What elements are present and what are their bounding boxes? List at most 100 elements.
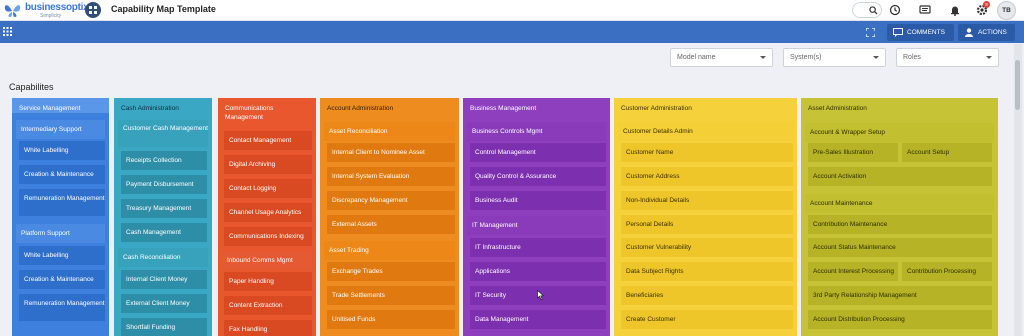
systems-value: System(s)	[790, 54, 822, 61]
capability-card[interactable]: Content Extraction	[224, 296, 312, 315]
capability-card[interactable]: Internal System Evaluation	[327, 167, 455, 186]
capability-card[interactable]: Data Management	[470, 310, 606, 329]
capability-column-communications-management[interactable]: Communications Management Contact Manage…	[218, 98, 316, 336]
actions-button[interactable]: ACTIONS	[958, 24, 1015, 41]
capability-card[interactable]: Contribution Maintenance	[808, 215, 992, 234]
capability-card[interactable]: Payment Disbursement	[121, 175, 207, 194]
column-title: Account Administration	[320, 98, 459, 113]
group-title[interactable]: Inbound Comms Mgmt	[222, 251, 312, 270]
capability-card[interactable]: Create Customer	[621, 310, 793, 329]
history-icon[interactable]	[888, 3, 902, 17]
capability-card[interactable]: Pre-Sales Illustration	[808, 143, 898, 162]
capability-card[interactable]: Account Distribution Processing	[808, 310, 992, 329]
capability-card[interactable]: Exchange Trades	[327, 262, 455, 281]
capability-column-business-management[interactable]: Business Management Business Controls Mg…	[463, 98, 610, 336]
section-title: Capabilites	[9, 82, 54, 92]
capability-card[interactable]: Cash Management	[121, 223, 207, 242]
group-title[interactable]: Account Maintenance	[805, 194, 994, 213]
group-title[interactable]: Intermediary Support	[16, 120, 105, 139]
capability-card[interactable]: Trade Settlements	[327, 286, 455, 305]
group-title[interactable]: Account & Wrapper Setup	[805, 123, 994, 142]
capability-card[interactable]: Communications Indexing	[224, 227, 312, 246]
capability-column-account-administration[interactable]: Account Administration Asset Reconciliat…	[320, 98, 459, 336]
expand-icon[interactable]	[866, 28, 875, 37]
systems-select[interactable]: System(s)	[783, 48, 886, 67]
capability-card[interactable]: Treasury Management	[121, 199, 207, 218]
scrollbar-thumb[interactable]	[1015, 60, 1020, 110]
capability-card[interactable]: Creation & Maintenance	[19, 165, 105, 184]
model-name-select[interactable]: Model name	[670, 48, 773, 67]
capability-card[interactable]: Beneficiaries	[621, 286, 793, 305]
group-title[interactable]: IT Management	[467, 216, 606, 235]
logo-text: businessoptix	[25, 2, 89, 13]
capability-card[interactable]: Non-Individual Details	[621, 191, 793, 210]
group-title[interactable]: Asset Trading	[324, 241, 455, 260]
capability-card[interactable]: Receipts Collection	[121, 151, 207, 170]
user-avatar[interactable]: TB	[997, 1, 1016, 20]
apps-grid-icon[interactable]	[3, 27, 12, 36]
capability-card[interactable]: Account Setup	[902, 143, 992, 162]
group-title[interactable]: Cash Reconciliation	[118, 248, 208, 267]
comments-button[interactable]: COMMENTS	[887, 24, 954, 41]
capability-card[interactable]: Business Audit	[470, 191, 606, 210]
capability-column-service-management[interactable]: Service Management Intermediary Support …	[12, 98, 109, 336]
capability-card[interactable]: Paper Handling	[224, 272, 312, 291]
capability-card[interactable]: Account Activation	[808, 167, 992, 186]
capability-card[interactable]: Discrepancy Management	[327, 191, 455, 210]
group-title[interactable]: Platform Support	[16, 224, 105, 243]
bell-icon[interactable]	[948, 3, 962, 17]
comments-label: COMMENTS	[907, 29, 945, 36]
capability-card[interactable]: Personal Details	[621, 215, 793, 234]
capability-card[interactable]: Remuneration Management	[19, 189, 105, 216]
capability-column-customer-administration[interactable]: Customer Administration Customer Details…	[614, 98, 797, 336]
capability-card[interactable]: Shortfall Funding	[121, 318, 207, 336]
capability-card[interactable]: IT Infrastructure	[470, 238, 606, 257]
capability-card[interactable]: Customer Vulnerability	[621, 238, 793, 257]
mouse-cursor-icon	[537, 290, 545, 300]
capability-card[interactable]: Applications	[470, 262, 606, 281]
notification-badge: 8	[983, 1, 990, 8]
capability-card[interactable]: Unitised Funds	[327, 310, 455, 329]
chevron-down-icon	[986, 56, 992, 59]
capability-card[interactable]: Digital Archiving	[224, 155, 312, 174]
search-button[interactable]	[852, 2, 882, 18]
capability-card[interactable]: Account Interest Processing	[808, 262, 898, 281]
capability-card[interactable]: Channel Usage Analytics	[224, 203, 312, 222]
search-icon	[869, 6, 878, 15]
logo-subtext: Simplicity	[40, 13, 62, 19]
butterfly-logo-icon	[4, 5, 21, 17]
capability-card[interactable]: Control Management	[470, 143, 606, 162]
capability-card[interactable]: Account Status Maintenance	[808, 238, 992, 257]
group-title[interactable]: Customer Details Admin	[618, 122, 793, 141]
group-title[interactable]: Business Controls Mgmt	[467, 122, 606, 141]
capability-card[interactable]: White Labelling	[19, 141, 105, 160]
capability-card[interactable]: Contact Management	[224, 131, 312, 150]
app-grid-icon[interactable]	[85, 2, 101, 18]
capability-card[interactable]: White Labelling	[19, 246, 105, 265]
capability-card[interactable]: Contribution Processing	[902, 262, 992, 281]
logo[interactable]: businessoptix Simplicity	[3, 1, 89, 20]
capability-column-asset-administration[interactable]: Asset Administration Account & Wrapper S…	[801, 98, 998, 336]
capability-card[interactable]: 3rd Party Relationship Management	[808, 286, 992, 305]
capability-card[interactable]: External Assets	[327, 215, 455, 234]
capability-card[interactable]: Quality Control & Assurance	[470, 167, 606, 186]
page-title: Capability Map Template	[111, 4, 216, 14]
roles-select[interactable]: Roles	[896, 48, 999, 67]
group-title[interactable]: Customer Cash Management	[118, 120, 208, 147]
capability-card[interactable]: Fax Handling	[224, 320, 312, 336]
chat-icon[interactable]	[918, 3, 932, 17]
capability-card[interactable]: Customer Name	[621, 143, 793, 162]
capability-column-cash-administration[interactable]: Cash Administration Customer Cash Manage…	[114, 98, 212, 336]
capability-card[interactable]: Customer Address	[621, 167, 793, 186]
capability-card[interactable]: Data Subject Rights	[621, 262, 793, 281]
capability-card[interactable]: Contact Logging	[224, 179, 312, 198]
capability-card[interactable]: Remuneration Management	[19, 294, 105, 321]
capability-card[interactable]: Internal Client to Nominee Asset	[327, 143, 455, 162]
settings-button[interactable]: 8	[975, 1, 990, 17]
capability-card[interactable]: Internal Client Money	[121, 270, 207, 289]
capability-card[interactable]: External Client Money	[121, 294, 207, 313]
comment-icon	[893, 28, 903, 37]
capability-card[interactable]: Creation & Maintenance	[19, 270, 105, 289]
group-title[interactable]: Asset Reconciliation	[324, 122, 455, 141]
column-title: Asset Administration	[801, 98, 998, 113]
